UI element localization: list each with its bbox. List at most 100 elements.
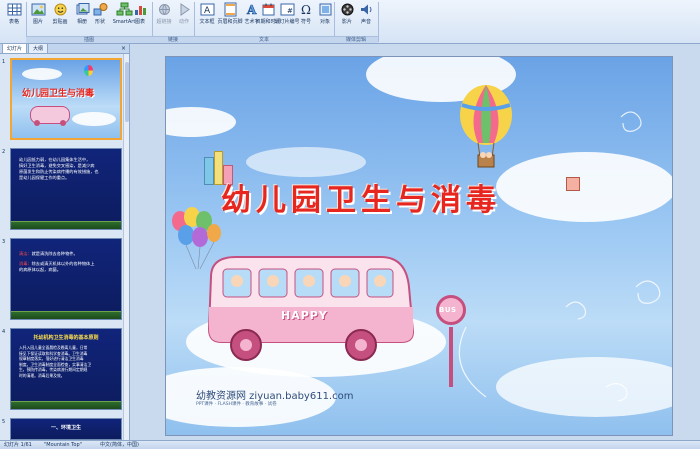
wheel-icon — [34, 120, 40, 126]
ribbon-separator — [378, 2, 379, 42]
group-label-illustrations: 插图 — [26, 36, 152, 43]
balloon-icon — [84, 65, 93, 76]
cloud — [72, 112, 116, 126]
svg-text:Ω: Ω — [301, 3, 311, 17]
textbox-icon: A — [199, 1, 216, 18]
photo-album-label: 相册 — [76, 19, 87, 25]
building-icon — [204, 157, 214, 185]
thumbnail-slide-2[interactable]: 2 幼儿园抵力弱，在幼儿园集体生活中， 搞好卫生消毒，避免交叉感染，是减少病 原… — [0, 148, 124, 230]
thumbnail-number: 4 — [2, 329, 6, 335]
thumbnail-title: 幼儿园卫生与消毒 — [22, 89, 95, 99]
textbox-label: 文本框 — [199, 19, 215, 25]
textbox-button[interactable]: A 文本框 — [195, 1, 219, 25]
hyperlink-icon — [156, 1, 173, 18]
picture-button[interactable]: 图片 — [26, 1, 50, 25]
term-label: 清洁： — [19, 251, 32, 256]
object-icon — [317, 1, 334, 18]
datetime-icon — [260, 1, 277, 18]
ribbon-insert: 表格 图片 剪贴画 相册 形状 SmartArt 图表 插图 超链接 动作 链接… — [0, 0, 700, 44]
thumbnail-number: 1 — [2, 59, 6, 65]
thumbnail-slide-3[interactable]: 3 清洁：就是清洗除去各种物件。 消毒：除去或清灭机体以外的各种物体上 的病原体… — [0, 238, 124, 320]
thumbnail-image[interactable]: 一、环境卫生 — [10, 418, 122, 440]
watermark-subtext: PPT课件 · FLASH课件 · 教育故事 · 试卷 — [196, 402, 277, 407]
thumbnail-slide-4[interactable]: 4 托幼机构卫生消毒的基本原则 入托入园儿童全面晨检及晚离儿童，日常 接见下保证… — [0, 328, 124, 410]
text-line: 时的清理。消毒后果及效。 — [19, 372, 65, 378]
watermark-text: 幼教资源网 ziyuan.baby611.com — [196, 391, 354, 402]
close-icon[interactable]: × — [121, 45, 126, 52]
slide-edit-area: 幼儿园卫生与消毒 HAPPY BUS 幼教资源网 ziyuan.baby611.… — [131, 44, 700, 440]
term-text: 的病原体以起，病菌。 — [19, 267, 61, 272]
hill-decoration — [11, 401, 121, 409]
clipart-label: 剪贴画 — [52, 19, 68, 25]
status-slide-count: 幻灯片 1/61 — [4, 442, 32, 448]
svg-text:A: A — [246, 3, 257, 17]
cloud — [22, 68, 62, 80]
movie-icon — [339, 1, 356, 18]
thumbnail-number: 2 — [2, 149, 6, 155]
group-label-media: 媒体剪辑 — [334, 36, 378, 43]
chart-icon — [132, 1, 149, 18]
bus-label: HAPPY — [281, 309, 328, 322]
action-icon — [176, 1, 193, 18]
clipart-icon — [52, 1, 69, 18]
thumbnail-image[interactable]: 清洁：就是清洗除去各种物件。 消毒：除去或清灭机体以外的各种物体上 的病原体以起… — [10, 238, 122, 320]
hill-decoration — [11, 221, 121, 229]
header-footer-button[interactable]: 页眉和页脚 — [217, 1, 243, 25]
thumbnail-number: 5 — [2, 419, 6, 425]
bus-icon — [207, 256, 415, 361]
movie-label: 影片 — [341, 19, 352, 25]
thumbnail-header: 一、环境卫生 — [50, 425, 81, 431]
house-icon — [566, 177, 580, 191]
header-footer-label: 页眉和页脚 — [217, 19, 243, 25]
scrollbar-thumb[interactable] — [125, 62, 129, 122]
thumbnail-text: 幼儿园抵力弱，在幼儿园集体生活中， 搞好卫生消毒，避免交叉感染，是减少病 原菌发… — [19, 157, 115, 181]
slide-number-icon: # — [279, 1, 296, 18]
status-language[interactable]: 中文(简体，中国) — [100, 441, 139, 449]
sound-button[interactable]: 声音 — [354, 1, 378, 25]
group-label-links: 链接 — [152, 36, 194, 43]
picture-label: 图片 — [32, 19, 43, 25]
pane-tabs: 幻灯片 大纲 × — [0, 43, 129, 54]
current-slide[interactable]: 幼儿园卫生与消毒 HAPPY BUS 幼教资源网 ziyuan.baby611.… — [165, 56, 673, 436]
hot-air-balloon-icon — [460, 85, 512, 168]
thumbnail-header: 托幼机构卫生消毒的基本原则 — [33, 335, 99, 341]
status-bar: 幻灯片 1/61 "Mountain Top" 中文(简体，中国) — [0, 440, 700, 449]
svg-text:#: # — [287, 7, 293, 15]
bus-sign-label: BUS — [439, 306, 457, 314]
shapes-label: 形状 — [94, 19, 105, 25]
thumbnail-image[interactable]: 托幼机构卫生消毒的基本原则 入托入园儿童全面晨检及晚离儿童，日常 接见下保证读取… — [10, 328, 122, 410]
table-button[interactable]: 表格 — [2, 1, 26, 25]
sound-icon — [358, 1, 375, 18]
thumbnail-image[interactable]: 幼儿园抵力弱，在幼儿园集体生活中， 搞好卫生消毒，避免交叉感染，是减少病 原菌发… — [10, 148, 122, 230]
header-footer-icon — [222, 1, 239, 18]
clipart-button[interactable]: 剪贴画 — [48, 1, 72, 25]
sound-label: 声音 — [360, 19, 371, 25]
chart-label: 图表 — [134, 19, 145, 25]
thumbnail-slide-1[interactable]: 1 幼儿园卫生与消毒 — [0, 58, 124, 140]
picture-icon — [30, 1, 47, 18]
tab-slides[interactable]: 幻灯片 — [2, 43, 28, 53]
term-text: 就是清洗除去各种物件。 — [31, 251, 78, 256]
action-label: 动作 — [178, 19, 189, 25]
slide-title[interactable]: 幼儿园卫生与消毒 — [221, 175, 501, 219]
tab-outline[interactable]: 大纲 — [28, 43, 49, 53]
thumbnail-scrollbar[interactable] — [123, 54, 129, 440]
group-label-text: 文本 — [194, 36, 334, 43]
table-icon — [6, 1, 23, 18]
symbol-icon: Ω — [298, 1, 315, 18]
object-label: 对象 — [319, 19, 330, 25]
chart-button[interactable]: 图表 — [128, 1, 152, 25]
thumbnail-text: 清洁：就是清洗除去各种物件。 消毒：除去或清灭机体以外的各种物体上 的病原体以起… — [19, 251, 115, 273]
thumbnail-text: 入托入园儿童全面晨检及晚离儿童，日常 接见下保证读取和科学查消毒。卫生消毒 规章… — [19, 345, 115, 378]
thumbnail-number: 3 — [2, 239, 6, 245]
text-line: 是幼儿园保健工作的重点。 — [19, 175, 70, 180]
thumbnail-slide-5[interactable]: 5 一、环境卫生 — [0, 418, 124, 440]
status-theme: "Mountain Top" — [44, 442, 82, 448]
hyperlink-label: 超链接 — [156, 19, 172, 25]
term-text: 除去或清灭机体以外的各种物体上 — [31, 261, 95, 266]
shapes-icon — [92, 1, 109, 18]
symbol-label: 符号 — [300, 19, 311, 25]
thumbnail-image[interactable]: 幼儿园卫生与消毒 — [10, 58, 122, 140]
action-button[interactable]: 动作 — [172, 1, 196, 25]
bus-stop-pole — [449, 327, 453, 387]
